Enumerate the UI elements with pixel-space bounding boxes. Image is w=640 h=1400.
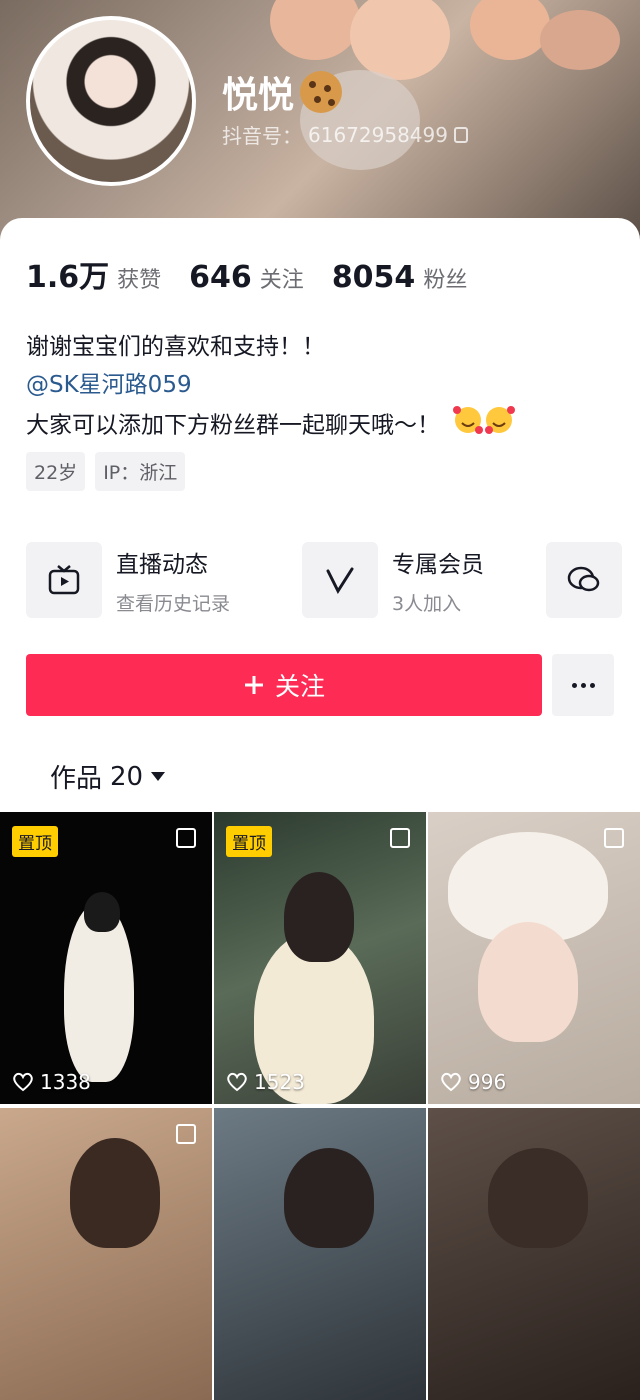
heart-icon [227,1072,247,1092]
more-button[interactable] [552,654,614,716]
like-count: 1338 [12,1070,91,1094]
bio: 谢谢宝宝们的喜欢和支持！！ @SK星河路059 大家可以添加下方粉丝群一起聊天哦… [26,328,517,448]
chat-icon [546,542,622,618]
following-label[interactable]: 关注 [260,262,304,294]
pinned-badge: 置顶 [12,826,58,857]
follow-button[interactable]: 关注 [26,654,542,716]
profile-cover: 悦悦 抖音号： 61672958499 [0,0,640,240]
works-tab[interactable]: 作品 20 [50,758,166,795]
video-tile[interactable] [0,1108,212,1400]
following-count[interactable]: 646 [189,260,252,295]
multi-image-icon [604,828,624,848]
like-count: 996 [440,1070,506,1094]
avatar[interactable] [26,16,196,186]
likes-label: 获赞 [117,268,162,293]
followers-label[interactable]: 粉丝 [423,262,467,294]
heart-icon [441,1072,461,1092]
entry-title: 直播动态 [116,551,208,578]
tv-icon [26,542,102,618]
video-tile[interactable] [214,1108,426,1400]
entry-subtitle: 查看历史记录 [116,592,231,615]
video-tile[interactable]: 置顶 1338 [0,812,212,1104]
heart-icon [13,1072,33,1092]
entry-subtitle: 3人加入 [392,592,462,615]
profile-name: 悦悦 [222,66,343,118]
bio-line: 大家可以添加下方粉丝群一起聊天哦～！ [26,404,517,448]
cookie-emoji [300,71,343,113]
profile-tags: 22岁 IP：浙江 [26,452,186,491]
plus-icon [244,676,263,694]
pinned-badge: 置顶 [226,826,272,857]
vip-icon [302,542,378,618]
followers-count[interactable]: 8054 [332,260,416,295]
multi-image-icon [176,828,196,848]
feature-entries: 直播动态 查看历史记录 专属会员 3人加入 [26,542,640,622]
more-icon [571,682,577,688]
works-label: 作品 [50,764,103,794]
bio-line: 谢谢宝宝们的喜欢和支持！！ [26,334,325,360]
vip-membership-entry[interactable]: 专属会员 3人加入 [302,542,484,618]
ip-tag: IP：浙江 [95,452,186,491]
entry-title: 专属会员 [392,551,484,578]
profile-card: 1.6万 获赞 646 关注 8054 粉丝 谢谢宝宝们的喜欢和支持！！ @SK… [0,218,640,1400]
multi-image-icon [176,1124,196,1144]
chevron-down-icon [151,772,166,781]
fan-group-entry[interactable] [546,542,636,618]
bio-mention-link[interactable]: @SK星河路059 [26,366,517,404]
video-tile[interactable]: 置顶 1523 [214,812,426,1104]
smiling-hearts-emoji [453,404,517,448]
likes-count: 1.6万 [26,260,110,295]
douyin-id: 抖音号： 61672958499 [222,120,468,149]
stats-row: 1.6万 获赞 646 关注 8054 粉丝 [26,252,495,296]
multi-image-icon [390,828,410,848]
video-tile[interactable]: 996 [428,812,640,1104]
copy-icon[interactable] [453,126,468,143]
works-count: 20 [110,761,144,792]
video-tile[interactable] [428,1108,640,1400]
like-count: 1523 [226,1070,305,1094]
age-tag: 22岁 [26,452,86,491]
live-history-entry[interactable]: 直播动态 查看历史记录 [26,542,230,618]
